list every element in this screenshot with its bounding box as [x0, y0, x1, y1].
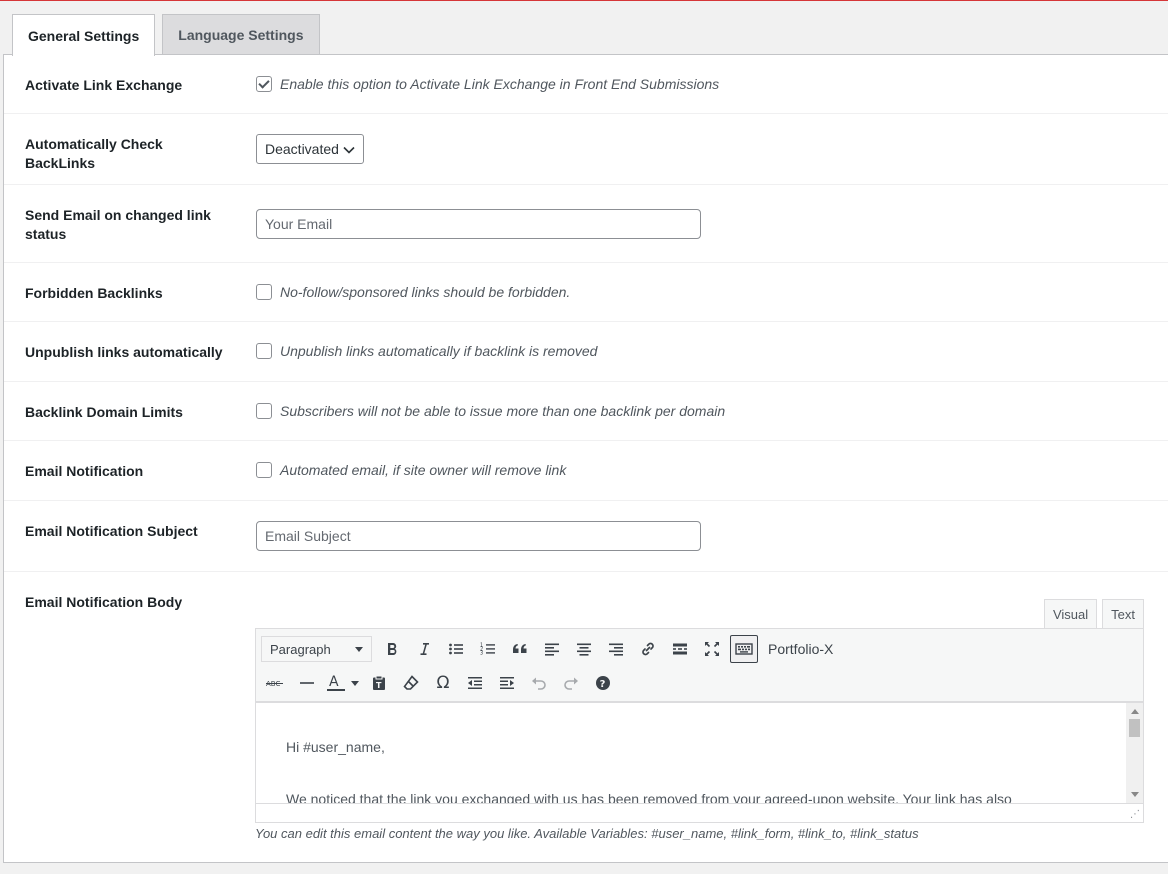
setting-label: Forbidden Backlinks	[25, 285, 163, 301]
setting-row-send-email-changed-status: Send Email on changed link status	[4, 185, 1168, 263]
setting-description: Enable this option to Activate Link Exch…	[280, 76, 720, 92]
format-select[interactable]: Paragraph	[261, 636, 372, 662]
indent-icon[interactable]	[493, 669, 521, 697]
svg-text:A: A	[329, 674, 339, 690]
setting-description: No-follow/sponsored links should be forb…	[280, 284, 571, 300]
setting-field: Deactivated	[256, 134, 364, 164]
select-value: Deactivated	[265, 141, 339, 157]
email-subject-input[interactable]	[256, 521, 701, 551]
setting-description: Automated email, if site owner will remo…	[280, 462, 567, 478]
editor-content-line: Hi #user_name,	[286, 739, 385, 755]
portfolio-x-label[interactable]: Portfolio-X	[768, 641, 833, 657]
setting-field: Unpublish links automatically if backlin…	[256, 343, 597, 359]
setting-row-email-notification-subject: Email Notification Subject	[4, 501, 1168, 572]
settings-tabs: General Settings Language Settings	[12, 14, 327, 56]
format-select-value: Paragraph	[270, 641, 331, 657]
svg-text:3: 3	[480, 651, 483, 657]
setting-label: Email Notification Body	[25, 594, 183, 610]
chevron-down-icon	[343, 141, 355, 157]
undo-icon[interactable]	[525, 669, 553, 697]
setting-field: No-follow/sponsored links should be forb…	[256, 284, 570, 300]
svg-text:?: ?	[600, 679, 606, 690]
setting-field	[256, 521, 701, 551]
strikethrough-icon[interactable]: ABC	[261, 669, 289, 697]
setting-row-backlink-domain-limits: Backlink Domain Limits Subscribers will …	[4, 382, 1168, 441]
svg-text:T: T	[376, 681, 382, 690]
activate-link-exchange-checkbox[interactable]	[256, 76, 272, 92]
tab-general-settings[interactable]: General Settings	[12, 14, 156, 56]
settings-panel: Activate Link Exchange Enable this optio…	[3, 54, 1168, 863]
tab-visual[interactable]: Visual	[1043, 599, 1098, 629]
numbered-list-icon[interactable]: 123	[474, 635, 502, 663]
unpublish-links-checkbox[interactable]	[256, 343, 272, 359]
editor-mode-tabs: Visual Text	[1039, 599, 1144, 629]
setting-description: Subscribers will not be able to issue mo…	[280, 403, 726, 419]
your-email-input[interactable]	[256, 209, 701, 239]
editor-content-line: We noticed that the link you exchanged w…	[286, 791, 1012, 803]
setting-label: Activate Link Exchange	[25, 77, 183, 93]
outdent-icon[interactable]	[461, 669, 489, 697]
setting-label: Backlink Domain Limits	[25, 404, 183, 420]
fullscreen-icon[interactable]	[698, 635, 726, 663]
helper-text: You can edit this email content the way …	[255, 826, 919, 841]
email-notification-checkbox[interactable]	[256, 462, 272, 478]
editor-content-area[interactable]: Hi #user_name, We noticed that the link …	[255, 703, 1144, 803]
tab-text[interactable]: Text	[1102, 599, 1144, 628]
special-character-icon[interactable]: Ω	[429, 669, 457, 697]
resize-handle-icon[interactable]: ⋰	[1130, 810, 1140, 820]
link-icon[interactable]	[634, 635, 662, 663]
scroll-down-icon[interactable]	[1131, 792, 1139, 797]
align-left-icon[interactable]	[538, 635, 566, 663]
keyboard-icon[interactable]	[730, 635, 758, 663]
setting-field: Subscribers will not be able to issue mo…	[256, 403, 725, 419]
bold-icon[interactable]	[378, 635, 406, 663]
toolbar-row-1: Paragraph 123 Portfolio-X	[261, 634, 833, 664]
clear-formatting-icon[interactable]	[397, 669, 425, 697]
setting-row-activate-link-exchange: Activate Link Exchange Enable this optio…	[4, 55, 1168, 114]
setting-row-forbidden-backlinks: Forbidden Backlinks No-follow/sponsored …	[4, 263, 1168, 322]
scroll-up-icon[interactable]	[1131, 709, 1139, 714]
setting-row-unpublish-links: Unpublish links automatically Unpublish …	[4, 322, 1168, 382]
italic-icon[interactable]	[410, 635, 438, 663]
setting-description: Unpublish links automatically if backlin…	[280, 343, 598, 359]
horizontal-line-icon[interactable]	[293, 669, 321, 697]
setting-row-auto-check-backlinks: Automatically Check BackLinks Deactivate…	[4, 114, 1168, 185]
blockquote-icon[interactable]	[506, 635, 534, 663]
auto-check-backlinks-select[interactable]: Deactivated	[256, 134, 364, 164]
forbidden-backlinks-checkbox[interactable]	[256, 284, 272, 300]
top-accent-line	[0, 0, 1168, 1]
align-center-icon[interactable]	[570, 635, 598, 663]
editor-toolbar: Paragraph 123 Portfolio-X A T Ω ?	[255, 628, 1144, 703]
setting-label: Send Email on changed link status	[25, 207, 211, 242]
editor-scrollbar[interactable]	[1126, 703, 1143, 803]
read-more-icon[interactable]	[666, 635, 694, 663]
setting-label: Automatically Check BackLinks	[25, 136, 163, 171]
editor-statusbar: ⋰	[255, 803, 1144, 823]
bulleted-list-icon[interactable]	[442, 635, 470, 663]
caret-down-icon	[355, 646, 363, 652]
setting-field: Automated email, if site owner will remo…	[256, 462, 566, 478]
help-icon[interactable]: ?	[589, 669, 617, 697]
setting-field	[256, 209, 701, 239]
align-right-icon[interactable]	[602, 635, 630, 663]
backlink-domain-limits-checkbox[interactable]	[256, 403, 272, 419]
setting-label: Unpublish links automatically	[25, 344, 223, 360]
setting-row-email-notification: Email Notification Automated email, if s…	[4, 441, 1168, 501]
setting-label: Email Notification Subject	[25, 523, 198, 539]
setting-label: Email Notification	[25, 463, 144, 479]
paste-text-icon[interactable]: T	[365, 669, 393, 697]
toolbar-row-2: ABC A T Ω	[261, 668, 621, 698]
setting-field: Enable this option to Activate Link Exch…	[256, 76, 719, 92]
tab-language-settings[interactable]: Language Settings	[162, 14, 320, 55]
text-color-icon[interactable]: A	[325, 669, 361, 697]
redo-icon[interactable]	[557, 669, 585, 697]
scrollbar-thumb[interactable]	[1129, 719, 1140, 737]
